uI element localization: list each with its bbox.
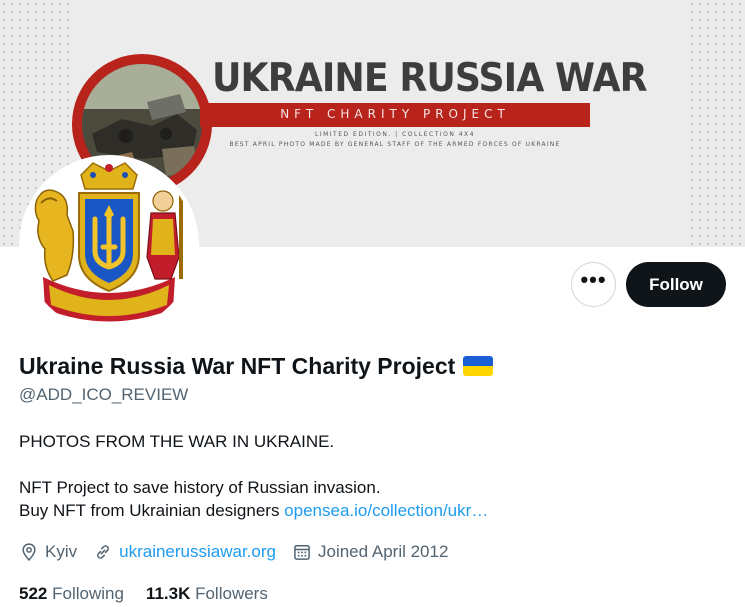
user-handle: @ADD_ICO_REVIEW [19, 385, 189, 404]
followers-label: Followers [195, 584, 268, 603]
followers-link[interactable]: 11.3K Followers [146, 584, 268, 604]
location: Kyiv [19, 542, 77, 562]
join-date: Joined April 2012 [292, 542, 448, 562]
bio-line: PHOTOS FROM THE WAR IN UKRAINE. [19, 432, 335, 451]
profile-meta: Kyiv ukrainerussiawar.org Joined April 2… [19, 542, 464, 562]
followers-count: 11.3K [145, 584, 191, 603]
coat-of-arms-icon [23, 159, 195, 331]
banner-title: UKRAINE RUSSIA WAR [212, 56, 648, 101]
following-count: 522 [19, 584, 48, 603]
more-dots-icon: ••• [580, 266, 607, 292]
bio-collection-link[interactable]: opensea.io/collection/ukr… [284, 501, 488, 520]
join-date-text: Joined April 2012 [317, 542, 449, 561]
location-pin-icon [22, 543, 36, 561]
profile-avatar[interactable] [19, 155, 199, 335]
banner-credit-text: BEST APRIL PHOTO MADE BY GENERAL STAFF O… [229, 141, 561, 148]
profile-bio: PHOTOS FROM THE WAR IN UKRAINE. NFT Proj… [19, 430, 719, 522]
location-text: Kyiv [45, 542, 78, 561]
following-link[interactable]: 522 Following [19, 584, 124, 604]
bio-line: NFT Project to save history of Russian i… [19, 478, 381, 497]
follow-button[interactable]: Follow [626, 262, 726, 307]
bio-line: Buy NFT from Ukrainian designers opensea… [19, 499, 719, 522]
website[interactable]: ukrainerussiawar.org [93, 542, 276, 562]
banner-subtitle: NFT CHARITY PROJECT [280, 107, 510, 121]
calendar-icon [294, 545, 310, 560]
link-icon [97, 545, 110, 559]
display-name-text: Ukraine Russia War NFT Charity Project [19, 353, 456, 379]
display-name: Ukraine Russia War NFT Charity Project [19, 353, 494, 380]
follow-counts: 522 Following 11.3K Followers [19, 584, 290, 604]
bio-line-text: Buy NFT from Ukrainian designers [19, 501, 285, 520]
banner-edition-text: LIMITED EDITION. | COLLECTION 4X4 [315, 131, 475, 138]
website-link[interactable]: ukrainerussiawar.org [119, 542, 276, 562]
following-label: Following [52, 584, 124, 603]
more-options-button[interactable]: ••• [571, 262, 616, 307]
ukraine-flag-icon [463, 356, 494, 376]
